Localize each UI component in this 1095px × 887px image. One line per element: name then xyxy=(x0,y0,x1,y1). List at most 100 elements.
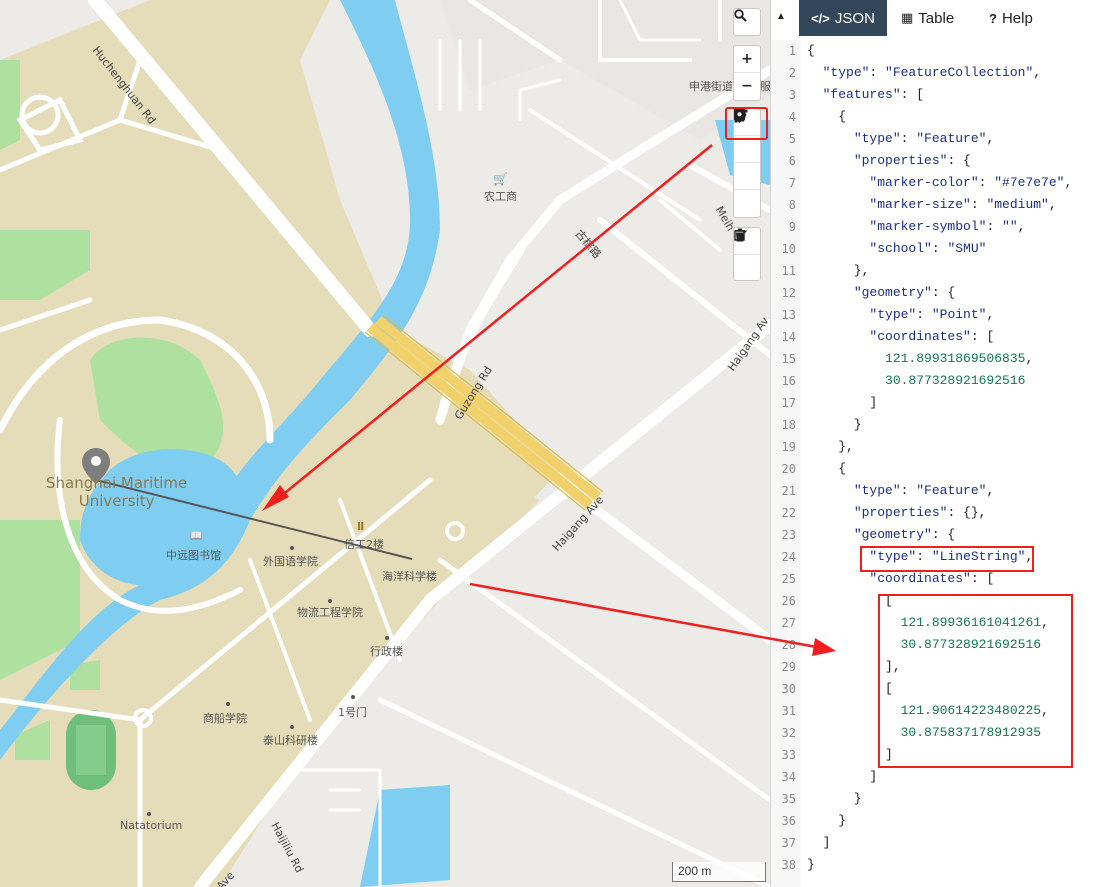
line-number: 16 xyxy=(781,374,796,388)
code-line: "marker-size": "medium", xyxy=(869,197,1057,212)
map-base xyxy=(0,0,770,887)
code-line: ] xyxy=(807,395,878,410)
line-number: 26 xyxy=(781,594,796,608)
map-label-fu: 服 xyxy=(760,80,770,93)
line-number: 7 xyxy=(788,176,796,190)
tab-table-label: Table xyxy=(918,9,955,27)
university-label: Shanghai Maritime University xyxy=(46,474,188,510)
tab-json[interactable]: </> JSON xyxy=(799,0,887,36)
line-number: 6 xyxy=(788,154,796,168)
line-number: 17 xyxy=(781,396,796,410)
tab-table[interactable]: ▦ Table xyxy=(901,0,954,36)
table-icon: ▦ xyxy=(901,10,914,25)
line-tool-highlight xyxy=(725,107,768,140)
line-number: 31 xyxy=(781,704,796,718)
poi-xingzheng: 行政楼 xyxy=(370,645,403,658)
tab-help-label: Help xyxy=(1001,9,1033,27)
poi-haiyang: 海洋科学楼 xyxy=(382,570,437,583)
line-number: 22 xyxy=(781,506,796,520)
poi-wuliu: 物流工程学院 xyxy=(297,606,363,619)
shopping-cart-icon: 🛒 xyxy=(493,172,508,186)
code-line: "properties": {}, xyxy=(853,505,987,520)
pond xyxy=(360,785,450,887)
map-scale: 200 m xyxy=(672,862,766,882)
tab-json-label: JSON xyxy=(834,9,875,27)
poi-natatorium: Natatorium xyxy=(120,819,183,832)
json-editor[interactable]: 1 {2 "type": "FeatureCollection", 3 "featu… xyxy=(771,40,1095,887)
line-number: 23 xyxy=(781,528,796,542)
line-number: 27 xyxy=(781,616,796,630)
code-line: "properties": { xyxy=(853,153,971,168)
line-number: 32 xyxy=(781,726,796,740)
code-line: "coordinates": [ xyxy=(869,329,995,344)
code-line: "coordinates": [ xyxy=(869,571,995,586)
poi-xingong-icon: Ⅱ xyxy=(357,521,365,533)
marker-icon[interactable] xyxy=(734,109,760,216)
line-number: 11 xyxy=(781,264,796,278)
code-line: } xyxy=(807,857,815,872)
poi-yihaomen: 1号门 xyxy=(338,706,367,719)
line-number: 9 xyxy=(788,220,796,234)
line-number: 29 xyxy=(781,660,796,674)
line-number: 10 xyxy=(781,242,796,256)
code-line: }, xyxy=(807,439,854,454)
rectangle-icon[interactable] xyxy=(734,109,760,189)
line-number: 4 xyxy=(788,110,796,124)
line-number: 20 xyxy=(781,462,796,476)
code-line: } xyxy=(807,417,862,432)
map-canvas[interactable]: Huchenghuan Rd 申港街道 服 农工商 🛒 古棕路 Meih Hai… xyxy=(0,0,770,887)
code-line: { xyxy=(807,43,815,58)
zoom-in-button[interactable]: + xyxy=(734,46,760,72)
poi-library: 中远图书馆 xyxy=(166,549,221,562)
code-line: "type": "Feature", xyxy=(853,131,995,146)
code-line: "type": "Point", xyxy=(869,307,995,322)
line-number: 3 xyxy=(788,88,796,102)
code-line: } xyxy=(807,791,862,806)
line-number: 33 xyxy=(781,748,796,762)
collapse-icon[interactable]: ▲ xyxy=(776,11,792,27)
search-icon[interactable] xyxy=(734,9,760,35)
poi-xingong: 信工2楼 xyxy=(344,538,384,551)
code-line: ] xyxy=(807,769,878,784)
coordinates-highlight xyxy=(878,594,1073,768)
code-line: { xyxy=(807,109,847,124)
trash-icon[interactable] xyxy=(734,228,760,281)
line-number: 1 xyxy=(788,44,796,58)
code-line: "geometry": { xyxy=(853,527,956,542)
code-line: 121.89931869506835, xyxy=(885,351,1034,366)
line-number: 37 xyxy=(781,836,796,850)
code-line: } xyxy=(807,813,847,828)
line-number: 34 xyxy=(781,770,796,784)
tab-help[interactable]: ? Help xyxy=(989,0,1033,36)
line-number: 5 xyxy=(788,132,796,146)
line-number: 18 xyxy=(781,418,796,432)
poi-taishan: 泰山科研楼 xyxy=(263,734,318,747)
code-line: }, xyxy=(807,263,870,278)
line-number: 21 xyxy=(781,484,796,498)
line-number: 25 xyxy=(781,572,796,586)
line-number: 12 xyxy=(781,286,796,300)
poi-nonggong: 农工商 xyxy=(484,190,517,203)
map-label-shengang: 申港街道 xyxy=(689,80,733,93)
library-icon: 📖 xyxy=(190,531,203,542)
line-number: 24 xyxy=(781,550,796,564)
line-number: 36 xyxy=(781,814,796,828)
zoom-control: + − xyxy=(733,45,761,101)
line-number: 8 xyxy=(788,198,796,212)
code-line: "type": "Feature", xyxy=(853,483,995,498)
line-number: 38 xyxy=(781,858,796,872)
line-number: 19 xyxy=(781,440,796,454)
poi-waiguoyu: 外国语学院 xyxy=(263,555,318,568)
line-number: 28 xyxy=(781,638,796,652)
poi-shangchuan: 商船学院 xyxy=(203,712,247,725)
code-line: "geometry": { xyxy=(853,285,956,300)
zoom-out-button[interactable]: − xyxy=(734,72,760,99)
code-line: "type": "FeatureCollection", xyxy=(822,65,1042,80)
code-line: 30.877328921692516 xyxy=(885,373,1026,388)
search-control[interactable] xyxy=(733,8,761,36)
linestring-type-highlight xyxy=(860,546,1034,572)
help-icon: ? xyxy=(989,10,997,26)
code-line: "school": "SMU" xyxy=(869,241,987,256)
line-number: 30 xyxy=(781,682,796,696)
line-number: 13 xyxy=(781,308,796,322)
